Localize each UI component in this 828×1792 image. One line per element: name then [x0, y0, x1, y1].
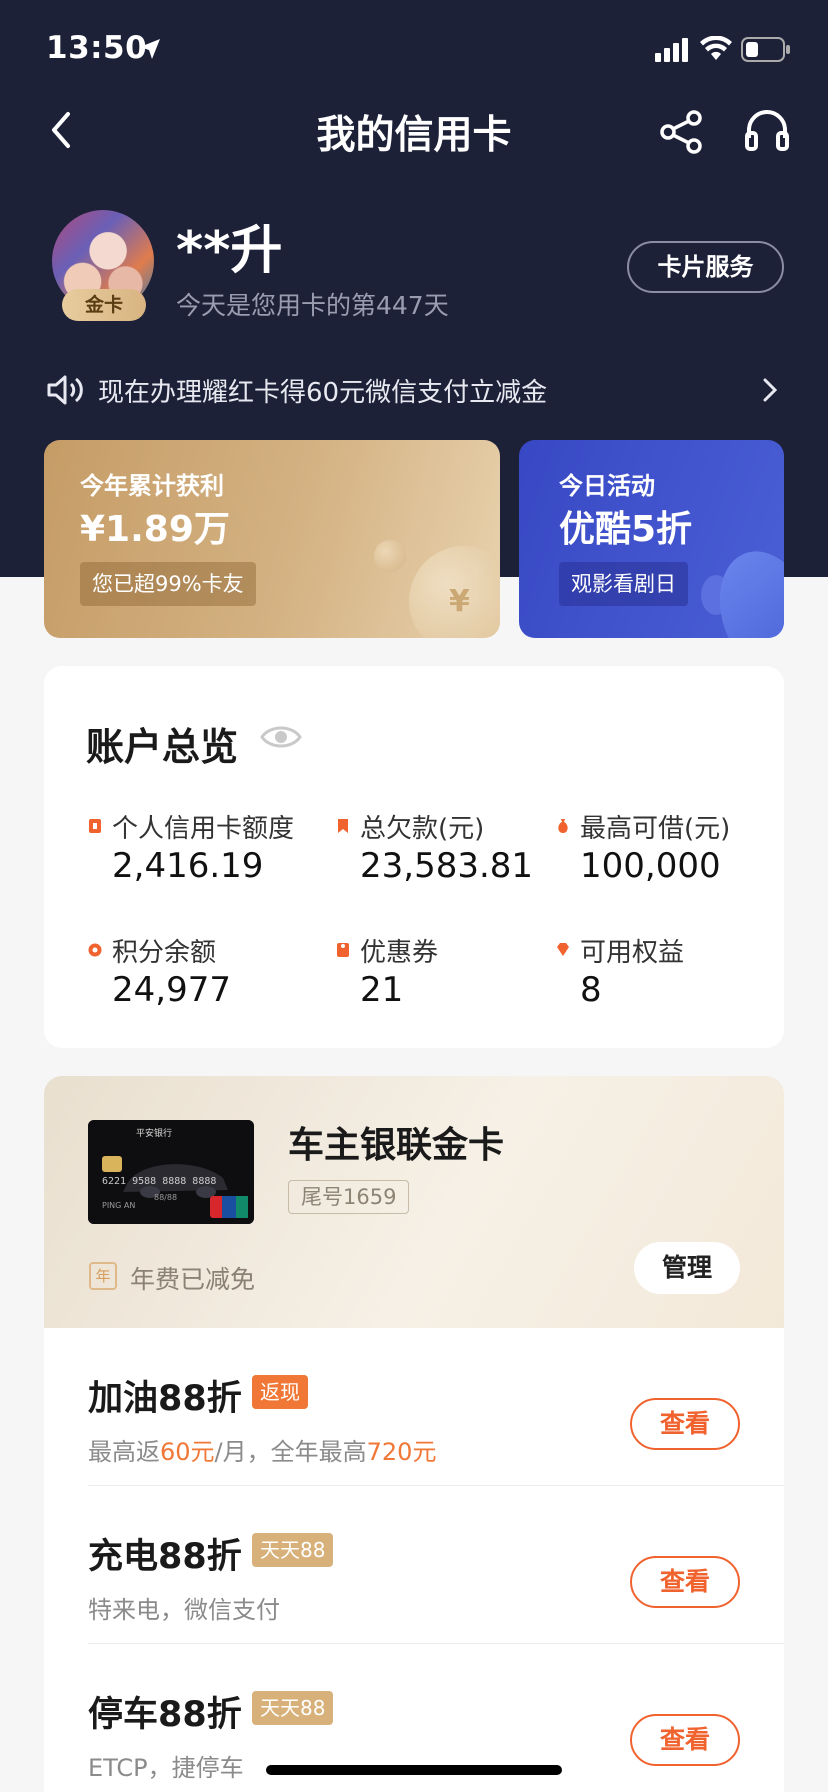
- points-icon: [88, 943, 102, 957]
- manage-button[interactable]: 管理: [634, 1242, 740, 1294]
- location-arrow-icon: [140, 39, 160, 59]
- stat-label: 个人信用卡额度: [112, 814, 295, 844]
- list-item[interactable]: 加油88折 返现 最高返60元/月，全年最高720元 查看: [44, 1328, 784, 1486]
- speaker-icon: [47, 375, 83, 405]
- benefit-tag: 返现: [252, 1375, 308, 1409]
- coupon-icon: [337, 943, 349, 957]
- benefits-list: 加油88折 返现 最高返60元/月，全年最高720元 查看 充电88折 天天88…: [44, 1328, 784, 1792]
- card-tier-badge: 金卡: [62, 289, 146, 321]
- announcement-bar[interactable]: 现在办理耀红卡得60元微信支付立减金: [46, 368, 786, 412]
- stat-value: 2,416.19: [112, 846, 264, 886]
- home-indicator: [266, 1765, 562, 1775]
- stat-value: 8: [580, 970, 602, 1010]
- benefit-title: 停车88折: [88, 1695, 242, 1735]
- stat-value: 21: [360, 970, 404, 1010]
- credit-card-image: 平安银行 6221 9588 8888 8888 PING AN 88/88: [88, 1120, 254, 1224]
- card-name: 车主银联金卡: [288, 1125, 505, 1166]
- benefit-title: 加油88折: [88, 1379, 242, 1419]
- usage-days-text: 今天是您用卡的第447天: [176, 291, 449, 320]
- stat-label: 可用权益: [580, 938, 685, 968]
- yuan-coin-icon: ¥: [409, 546, 500, 638]
- benefit-tag: 天天88: [252, 1691, 334, 1725]
- daily-activity-value: 优酷5折: [559, 509, 693, 550]
- benefit-title: 充电88折: [88, 1537, 242, 1577]
- activity-chip: 观影看剧日: [559, 562, 688, 606]
- desc-text: /月，全年最高: [214, 1438, 367, 1466]
- desc-highlight: 60元: [160, 1438, 215, 1466]
- customer-service-headset-icon[interactable]: [744, 108, 790, 152]
- stat-value: 24,977: [112, 970, 231, 1010]
- daily-activity-label: 今日活动: [559, 472, 655, 500]
- status-bar: 13:50: [0, 0, 828, 100]
- stat-value: 23,583.81: [360, 846, 534, 886]
- battery-icon: [741, 37, 790, 62]
- status-time: 13:50: [46, 30, 148, 66]
- yearly-profit-card[interactable]: ¥ 今年累计获利 ¥1.89万 您已超99%卡友: [44, 440, 500, 638]
- bookmark-icon: [338, 819, 348, 833]
- account-overview-panel: 账户总览 个人信用卡额度 2,416.19 总欠款(元) 23,583.81 最…: [44, 666, 784, 1048]
- stat-label: 最高可借(元): [580, 814, 731, 844]
- coin-symbol: ¥: [449, 584, 470, 619]
- card-expiry: 88/88: [154, 1193, 177, 1202]
- diamond-icon: [557, 943, 569, 956]
- wifi-icon: [700, 36, 732, 60]
- list-item[interactable]: 充电88折 天天88 特来电，微信支付 查看: [44, 1486, 784, 1644]
- desc-highlight: 720元: [366, 1438, 437, 1466]
- cellular-signal-icon: [655, 38, 688, 62]
- account-overview-title: 账户总览: [86, 725, 239, 769]
- desc-text: 最高返: [88, 1438, 160, 1466]
- share-icon[interactable]: [658, 110, 706, 154]
- rank-chip: 您已超99%卡友: [80, 562, 256, 606]
- chevron-right-icon: [763, 378, 778, 402]
- benefit-description: ETCP，捷停车: [88, 1754, 244, 1782]
- money-bag-icon: [558, 819, 568, 833]
- card-bank-name: 平安银行: [136, 1127, 172, 1139]
- benefit-description: 最高返60元/月，全年最高720元: [88, 1432, 436, 1467]
- card-holder: PING AN: [102, 1201, 135, 1210]
- yearly-profit-value: ¥1.89万: [80, 509, 230, 550]
- daily-activity-card[interactable]: 今日活动 优酷5折 观影看剧日: [519, 440, 784, 638]
- card-tail-number: 尾号1659: [288, 1180, 410, 1214]
- stat-value: 100,000: [580, 846, 721, 886]
- card-service-button[interactable]: 卡片服务: [627, 241, 784, 293]
- stat-label: 积分余额: [112, 938, 217, 968]
- view-button[interactable]: 查看: [630, 1714, 740, 1766]
- announcement-text: 现在办理耀红卡得60元微信支付立减金: [98, 378, 548, 408]
- eye-icon[interactable]: [260, 722, 302, 752]
- annual-fee-icon: 年: [89, 1262, 117, 1290]
- credit-limit-icon: [89, 819, 101, 833]
- benefit-tag: 天天88: [252, 1533, 334, 1567]
- stat-label: 总欠款(元): [360, 814, 485, 844]
- credit-card-panel[interactable]: 平安银行 6221 9588 8888 8888 PING AN 88/88 车…: [44, 1076, 784, 1328]
- user-name: **升: [176, 221, 283, 281]
- card-number: 6221 9588 8888 8888: [102, 1176, 216, 1187]
- card-artwork: 平安银行 6221 9588 8888 8888 PING AN 88/88: [88, 1120, 254, 1224]
- view-button[interactable]: 查看: [630, 1556, 740, 1608]
- annual-fee-text: 年费已减免: [130, 1265, 256, 1294]
- view-button[interactable]: 查看: [630, 1398, 740, 1450]
- yearly-profit-label: 今年累计获利: [80, 472, 224, 500]
- coin-decoration: [374, 540, 406, 572]
- stat-label: 优惠券: [360, 938, 439, 968]
- benefit-description: 特来电，微信支付: [88, 1596, 280, 1624]
